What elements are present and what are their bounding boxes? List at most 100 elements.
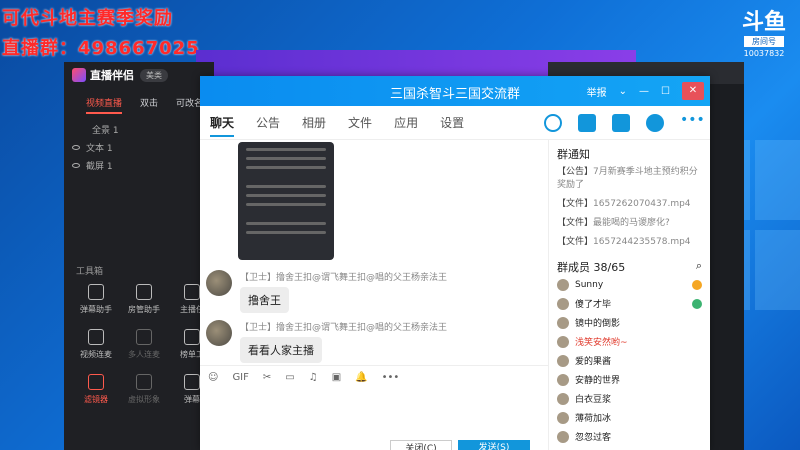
- folder-icon[interactable]: ▭: [285, 372, 294, 383]
- tool-label: 滤镜器: [84, 395, 108, 404]
- chat-message: 【卫士】撸舍王扣@谓飞舞王扣@唱的父王杨亲法王 看看人家主播: [206, 320, 447, 363]
- more-icon[interactable]: •••: [382, 372, 400, 383]
- notice-item[interactable]: 【文件】1657244235578.mp4: [557, 236, 702, 249]
- member-name: 爱的果酱: [575, 357, 612, 367]
- douyu-logo: 斗鱼 房间号 10037832: [740, 12, 788, 59]
- member-name: 安静的世界: [575, 376, 621, 386]
- notice-item[interactable]: 【文件】1657262070437.mp4: [557, 198, 702, 211]
- close-window-button[interactable]: ✕: [682, 82, 704, 100]
- avatar: [557, 430, 569, 443]
- ranking-icon: [184, 329, 200, 345]
- eye-icon[interactable]: [72, 162, 80, 168]
- app-logo: 直播伴侣: [72, 67, 134, 83]
- eye-icon[interactable]: [72, 144, 80, 150]
- image-icon[interactable]: ▣: [332, 372, 341, 383]
- minimize-button[interactable]: —: [639, 86, 649, 97]
- notice-item[interactable]: 【公告】7月新赛季斗地主预约积分奖励了: [557, 166, 702, 192]
- tool-avatar[interactable]: 虚拟形象: [120, 374, 168, 405]
- maximize-button[interactable]: ☐: [661, 86, 670, 97]
- decoration: [246, 185, 326, 188]
- stream-overlay-line-2: 直播群：498667025: [2, 38, 200, 59]
- tab-video-live[interactable]: 视频直播: [86, 96, 123, 114]
- phone-icon[interactable]: [544, 114, 562, 132]
- source-item[interactable]: 全景 1: [72, 120, 214, 138]
- member-name: 浅笑安然哟~: [575, 338, 628, 348]
- music-icon[interactable]: ♫: [309, 372, 318, 383]
- tab-chat[interactable]: 聊天: [210, 114, 235, 137]
- decoration: [246, 157, 326, 160]
- input-toolbar: ☺ GIF ✂ ▭ ♫ ▣ 🔔 •••: [200, 365, 548, 389]
- tool-room-admin[interactable]: 房管助手: [120, 284, 168, 315]
- close-button[interactable]: 关闭(C): [390, 440, 452, 450]
- admin-icon: [692, 298, 702, 309]
- source-label: 截屏 1: [86, 161, 113, 172]
- member-item[interactable]: 镜中的倒影: [557, 313, 702, 332]
- app-category-pill[interactable]: 美类: [140, 68, 168, 82]
- tool-video-link[interactable]: 视频连麦: [72, 329, 120, 360]
- video-link-icon: [88, 329, 104, 345]
- member-item[interactable]: 浅笑安然哟~: [557, 332, 702, 351]
- member-item[interactable]: 忽忽过客: [557, 427, 702, 446]
- group-sidebar: 群通知 【公告】7月新赛季斗地主预约积分奖励了 【文件】165726207043…: [548, 140, 710, 450]
- room-tag: 房间号: [744, 36, 784, 47]
- member-name: 镜中的倒影: [575, 319, 621, 329]
- search-icon[interactable]: ⌕: [696, 259, 702, 275]
- chat-area[interactable]: 【卫士】撸舍王扣@谓飞舞王扣@唱的父王杨亲法王 撸舍王 【卫士】撸舍王扣@谓飞舞…: [200, 140, 548, 440]
- tab-double-click[interactable]: 双击: [140, 96, 158, 114]
- member-item[interactable]: 爱的果酱: [557, 351, 702, 370]
- notice-tag: 【公告】: [557, 167, 594, 177]
- multi-link-icon: [136, 329, 152, 345]
- avatar[interactable]: [206, 320, 232, 346]
- member-item[interactable]: 安静的世界: [557, 370, 702, 389]
- source-item[interactable]: 文本 1: [72, 138, 214, 156]
- notice-text: 最能喝的马谡廖化?: [593, 218, 670, 228]
- more-icon[interactable]: •••: [680, 113, 705, 132]
- emoji-icon[interactable]: ☺: [208, 372, 218, 383]
- filter-icon: [88, 374, 104, 390]
- message-bubble: 看看人家主播: [240, 337, 322, 363]
- tab-apps[interactable]: 应用: [394, 114, 418, 131]
- send-row: 关闭(C) 发送(S): [390, 440, 530, 450]
- member-name: Sunny: [575, 279, 604, 290]
- tab-files[interactable]: 文件: [348, 114, 372, 131]
- chevron-down-icon[interactable]: ⌄: [619, 86, 627, 97]
- member-list: Sunny 傻了才毕 镜中的倒影 浅笑安然哟~ 爱的果酱 安静的世界 白衣豆浆 …: [557, 275, 702, 446]
- message-bubble: 撸舍王: [240, 287, 289, 313]
- tool-danmu-assistant[interactable]: 弹幕助手: [72, 284, 120, 315]
- scissors-icon[interactable]: ✂: [263, 372, 271, 383]
- danmu-icon: [88, 284, 104, 300]
- avatar: [557, 411, 569, 424]
- gif-icon[interactable]: GIF: [232, 372, 248, 383]
- member-item[interactable]: 薄荷加冰: [557, 408, 702, 427]
- share-screen-icon[interactable]: [612, 114, 630, 132]
- video-call-icon[interactable]: [578, 114, 596, 132]
- decoration: [246, 231, 326, 234]
- bell-icon[interactable]: 🔔: [355, 372, 367, 383]
- shared-screenshot-image[interactable]: [238, 142, 334, 260]
- member-item[interactable]: 白衣豆浆: [557, 389, 702, 408]
- tool-filter[interactable]: 滤镜器: [72, 374, 120, 405]
- toolbox-grid: 弹幕助手 房管助手 主播任 视频连麦 多人连麦 榜单工 滤镜器 虚拟形象 弹幕: [72, 284, 212, 405]
- send-button[interactable]: 发送(S): [458, 440, 530, 450]
- tab-notice[interactable]: 公告: [256, 114, 280, 131]
- report-button[interactable]: 举报: [587, 84, 607, 99]
- tool-multi-link[interactable]: 多人连麦: [120, 329, 168, 360]
- add-icon[interactable]: [646, 114, 664, 132]
- member-name: 白衣豆浆: [575, 395, 612, 405]
- member-item[interactable]: Sunny: [557, 275, 702, 294]
- tab-rename[interactable]: 可改名: [176, 96, 203, 114]
- notice-item[interactable]: 【文件】最能喝的马谡廖化?: [557, 217, 702, 230]
- app-logo-icon: [72, 68, 86, 82]
- tool-label: 多人连麦: [128, 350, 160, 359]
- task-icon: [184, 284, 200, 300]
- avatar[interactable]: [206, 270, 232, 296]
- window-titlebar[interactable]: 三国杀智斗三国交流群 举报 ⌄ — ☐ ✕: [200, 76, 710, 106]
- source-item[interactable]: 截屏 1: [72, 156, 214, 174]
- member-item[interactable]: 傻了才毕: [557, 294, 702, 313]
- tool-label: 虚拟形象: [128, 395, 160, 404]
- avatar: [557, 297, 569, 310]
- avatar-tool-icon: [136, 374, 152, 390]
- tab-album[interactable]: 相册: [302, 114, 326, 131]
- tab-settings[interactable]: 设置: [440, 114, 464, 131]
- admin-icon: [136, 284, 152, 300]
